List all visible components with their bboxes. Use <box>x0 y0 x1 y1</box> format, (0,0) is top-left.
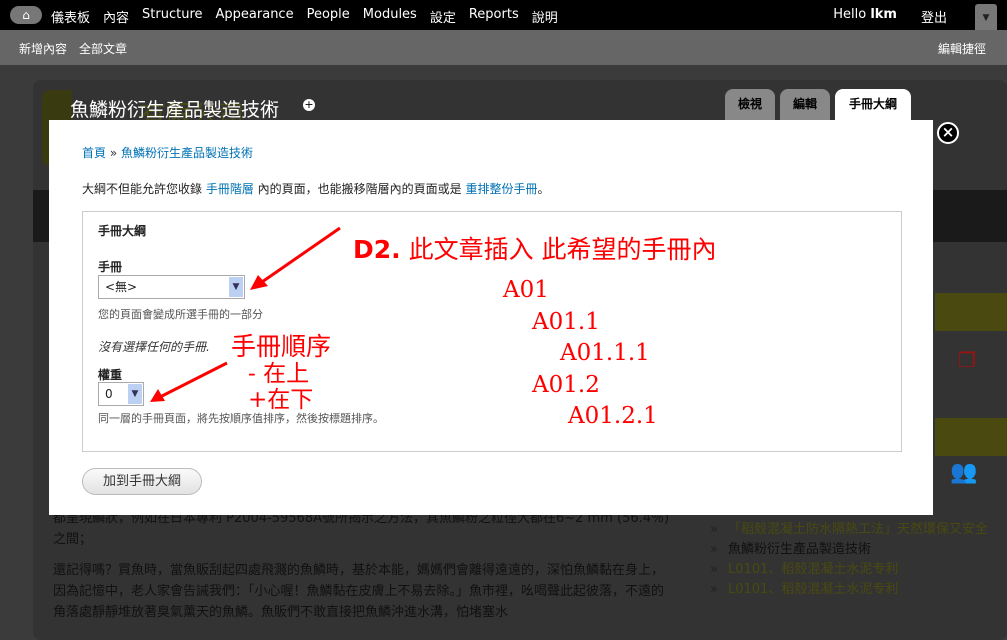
annotation-tree-item: A01.2 <box>532 372 600 398</box>
annotation-d2-text: 此文章插入 此希望的手冊內 <box>408 235 717 264</box>
annotation-order-down: +在下 <box>248 387 314 413</box>
annotation-tree-item: A01.2.1 <box>568 403 658 429</box>
annotation-arrows <box>150 226 341 402</box>
annotation-arrowhead <box>250 275 268 290</box>
annotation-tree-item: A01.1 <box>532 309 600 335</box>
annotation-tree-item: A01.1.1 <box>560 340 650 366</box>
annotation-d2-prefix: D2. <box>353 235 401 264</box>
annotation-d2: D2. 此文章插入 此希望的手冊內 <box>353 230 717 266</box>
annotation-arrow <box>161 361 228 398</box>
annotation-arrow <box>261 226 341 284</box>
annotation-tree-item: A01 <box>503 277 549 303</box>
